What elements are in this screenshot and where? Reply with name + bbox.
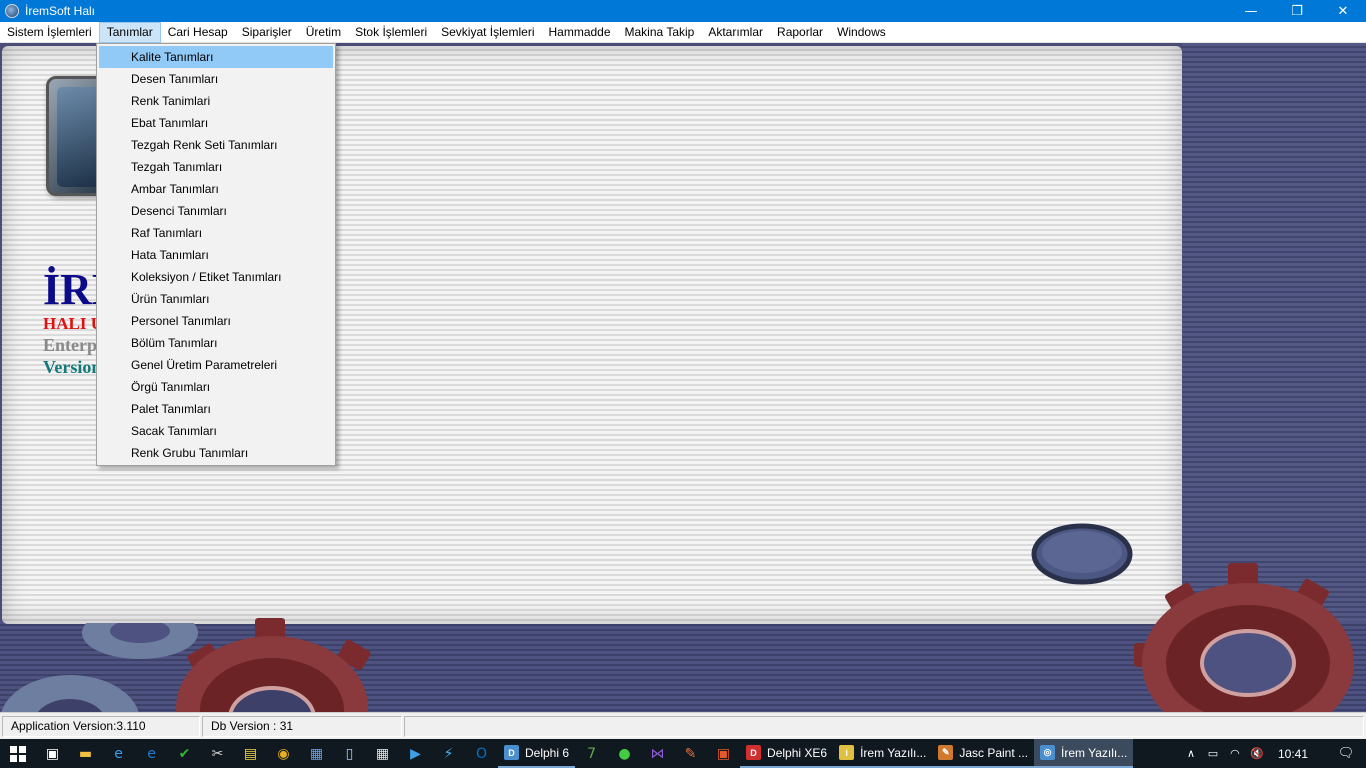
- chrome-icon[interactable]: ◉: [267, 739, 300, 768]
- menu-item-hata-tanimlari[interactable]: Hata Tanımları: [99, 244, 333, 266]
- menu-uretim[interactable]: Üretim: [299, 22, 348, 43]
- tool-icon[interactable]: ✂: [201, 739, 234, 768]
- paint-icon[interactable]: ✎: [674, 739, 707, 768]
- taskbar-app-irem-yazili[interactable]: ◎ İrem Yazılı...: [1034, 739, 1134, 768]
- taskbar-app-delphi-6[interactable]: D Delphi 6: [498, 739, 576, 768]
- running-apps-1: D Delphi 6: [498, 739, 576, 768]
- task-view-icon[interactable]: ▣: [36, 739, 69, 768]
- db-version-status: Db Version : 31: [202, 715, 402, 737]
- menu-cari-hesap[interactable]: Cari Hesap: [161, 22, 235, 43]
- menu-item-desen-tanimlari[interactable]: Desen Tanımları: [99, 68, 333, 90]
- internet-explorer-icon[interactable]: e: [102, 739, 135, 768]
- delphi-xe6-icon: D: [746, 745, 762, 760]
- seven-zip-icon[interactable]: 7: [575, 739, 608, 768]
- window-app-icon[interactable]: ▣: [707, 739, 740, 768]
- windows-logo-icon: [10, 745, 26, 762]
- taskbar-app-label: İrem Yazılı...: [860, 745, 927, 760]
- app-logo-icon: [5, 4, 19, 18]
- running-apps-2: D Delphi XE6 i İrem Yazılı... ✎ Jasc Paint ..…: [740, 739, 1134, 768]
- menu-siparisler[interactable]: Siparişler: [235, 22, 299, 43]
- taskbar-app-label: Delphi 6: [525, 745, 570, 760]
- windows-taskbar: ▣ ▬ e e ✔ ✂ ▤ ◉ ▦ ▯ ▦ ▶ ⚡ O D Delphi 6 7 ● ⋈ ✎ ▣ D Delphi X…: [0, 739, 1366, 768]
- menu-item-renk-tanimlari[interactable]: Renk Tanimlari: [99, 90, 333, 112]
- menu-windows[interactable]: Windows: [830, 22, 893, 43]
- menu-item-genel-uretim-parametreleri[interactable]: Genel Üretim Parametreleri: [99, 354, 333, 376]
- app-version-status: Application Version:3.110: [2, 715, 200, 737]
- menu-item-sacak-tanimlari[interactable]: Sacak Tanımları: [99, 420, 333, 442]
- window-title: İremSoft Halı: [25, 4, 96, 18]
- menu-item-koleksiyon-etiket-tanimlari[interactable]: Koleksiyon / Etiket Tanımları: [99, 266, 333, 288]
- menu-raporlar[interactable]: Raporlar: [770, 22, 830, 43]
- pinned-apps-2: 7 ● ⋈ ✎ ▣: [575, 739, 740, 768]
- network-app-icon[interactable]: ▦: [300, 739, 333, 768]
- start-button[interactable]: [0, 739, 36, 768]
- green-app-icon[interactable]: ✔: [168, 739, 201, 768]
- menu-bar: Sistem İşlemleri Tanımlar Cari Hesap Sipari…: [0, 21, 1366, 43]
- wifi-icon[interactable]: ◠: [1224, 739, 1246, 768]
- volume-muted-icon[interactable]: 🔇: [1246, 739, 1268, 768]
- delphi6-icon: D: [504, 745, 519, 760]
- taskbar-app-label: Delphi XE6: [767, 745, 828, 760]
- irem-app-icon: ◎: [1040, 745, 1056, 760]
- visual-studio-icon[interactable]: ⋈: [641, 739, 674, 768]
- gear-icon: [1, 675, 139, 712]
- file-explorer-icon[interactable]: ▬: [69, 739, 102, 768]
- menu-sevkiyat-islemleri[interactable]: Sevkiyat İşlemleri: [434, 22, 541, 43]
- menu-item-bolum-tanimlari[interactable]: Bölüm Tanımları: [99, 332, 333, 354]
- calculator-icon[interactable]: ▦: [366, 739, 399, 768]
- menu-item-orgu-tanimlari[interactable]: Örgü Tanımları: [99, 376, 333, 398]
- restore-button[interactable]: ❐: [1274, 0, 1320, 22]
- menu-item-tezgah-renk-seti-tanimlari[interactable]: Tezgah Renk Seti Tanımları: [99, 134, 333, 156]
- system-tray: ∧ ▭ ◠ 🔇 10:41 🗨: [1180, 739, 1366, 768]
- menu-item-urun-tanimlari[interactable]: Ürün Tanımları: [99, 288, 333, 310]
- menu-item-palet-tanimlari[interactable]: Palet Tanımları: [99, 398, 333, 420]
- menu-item-tezgah-tanimlari[interactable]: Tezgah Tanımları: [99, 156, 333, 178]
- menu-sistem-islemleri[interactable]: Sistem İşlemleri: [0, 22, 99, 43]
- taskbar-app-label: Jasc Paint ...: [959, 745, 1029, 760]
- irem-info-icon: i: [839, 745, 855, 760]
- pinned-apps: ▣ ▬ e e ✔ ✂ ▤ ◉ ▦ ▯ ▦ ▶ ⚡ O: [36, 739, 498, 768]
- menu-hammadde[interactable]: Hammadde: [541, 22, 617, 43]
- title-bar: İremSoft Halı — ❐ ✕: [0, 0, 1366, 22]
- battery-icon[interactable]: ▭: [1202, 739, 1224, 768]
- menu-stok-islemleri[interactable]: Stok İşlemleri: [348, 22, 434, 43]
- notification-center-icon[interactable]: 🗨: [1326, 739, 1366, 768]
- jasc-paint-icon: ✎: [938, 745, 954, 760]
- close-button[interactable]: ✕: [1320, 0, 1366, 22]
- menu-item-renk-grubu-tanimlari[interactable]: Renk Grubu Tanımları: [99, 442, 333, 464]
- taskbar-app-jasc-paint[interactable]: ✎ Jasc Paint ...: [932, 739, 1035, 768]
- taskbar-app-label: İrem Yazılı...: [1061, 745, 1128, 760]
- document-icon[interactable]: ▯: [333, 739, 366, 768]
- clock[interactable]: 10:41: [1268, 747, 1326, 761]
- menu-makina-takip[interactable]: Makina Takip: [618, 22, 702, 43]
- gear-icon: [1134, 563, 1354, 712]
- menu-item-kalite-tanimlari[interactable]: Kalite Tanımları: [99, 46, 333, 68]
- notes-icon[interactable]: ▤: [234, 739, 267, 768]
- media-player-icon[interactable]: ▶: [399, 739, 432, 768]
- gear-icon: [1031, 523, 1133, 585]
- status-bar: Application Version:3.110 Db Version : 3…: [0, 712, 1366, 739]
- green-orb-icon[interactable]: ●: [608, 739, 641, 768]
- tanimlar-dropdown-menu: Kalite Tanımları Desen Tanımları Renk Tani…: [96, 43, 336, 466]
- status-empty-panel: [404, 715, 1364, 737]
- outlook-icon[interactable]: O: [465, 739, 498, 768]
- menu-item-ebat-tanimlari[interactable]: Ebat Tanımları: [99, 112, 333, 134]
- menu-item-personel-tanimlari[interactable]: Personel Tanımları: [99, 310, 333, 332]
- chevron-up-icon[interactable]: ∧: [1180, 739, 1202, 768]
- menu-item-desenci-tanimlari[interactable]: Desenci Tanımları: [99, 200, 333, 222]
- taskbar-app-irem-yazili[interactable]: i İrem Yazılı...: [833, 739, 933, 768]
- lightning-icon[interactable]: ⚡: [432, 739, 465, 768]
- menu-item-raf-tanimlari[interactable]: Raf Tanımları: [99, 222, 333, 244]
- minimize-button[interactable]: —: [1228, 0, 1274, 22]
- edge-icon[interactable]: e: [135, 739, 168, 768]
- taskbar-app-delphi-xe6[interactable]: D Delphi XE6: [740, 739, 834, 768]
- window-controls: — ❐ ✕: [1228, 0, 1366, 22]
- menu-item-ambar-tanimlari[interactable]: Ambar Tanımları: [99, 178, 333, 200]
- gear-icon: [82, 623, 198, 659]
- menu-tanimlar[interactable]: Tanımlar: [98, 21, 161, 43]
- menu-aktarimlar[interactable]: Aktarımlar: [701, 22, 770, 43]
